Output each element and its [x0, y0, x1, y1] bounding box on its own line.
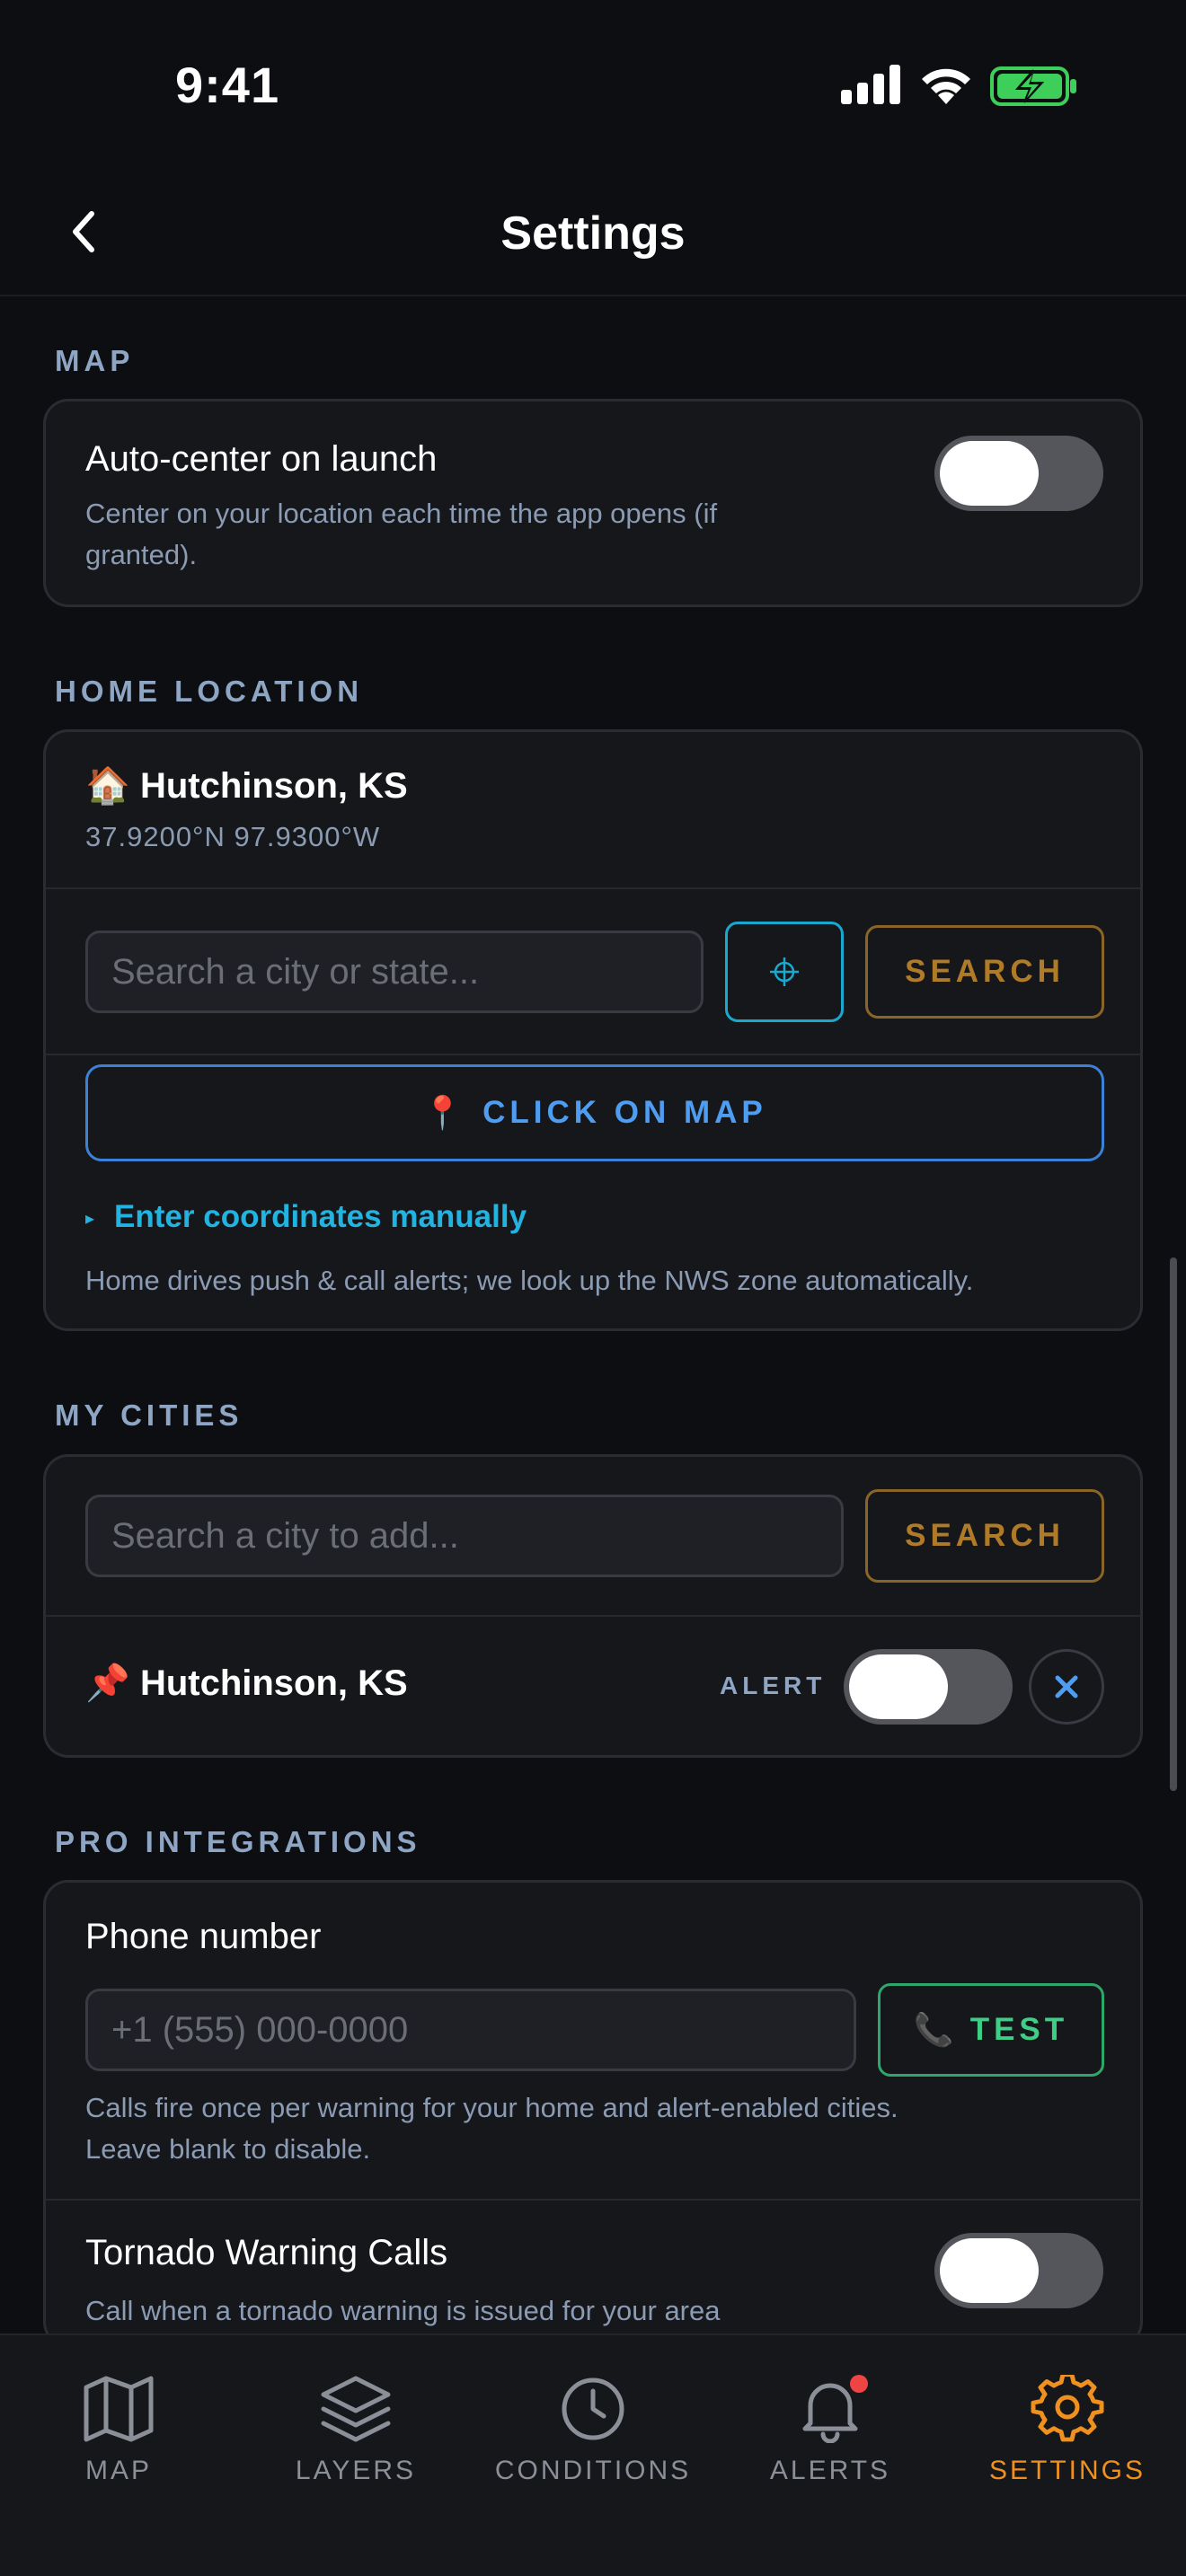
pushpin-icon: 📌 [85, 1663, 130, 1703]
click-on-map-label: CLICK ON MAP [482, 1095, 767, 1130]
phone-icon: 📞 [913, 2011, 954, 2048]
section-label-home: HOME LOCATION [55, 675, 364, 708]
home-search-input[interactable] [88, 933, 701, 1010]
click-on-map-button[interactable]: 📍 CLICK ON MAP [85, 1064, 1104, 1161]
home-search-field[interactable] [85, 931, 704, 1013]
home-search-button[interactable]: SEARCH [865, 925, 1104, 1019]
city-add-search-input[interactable] [88, 1497, 841, 1575]
layers-icon [321, 2376, 391, 2442]
tornado-calls-title: Tornado Warning Calls [85, 2233, 448, 2272]
city-name-label: Hutchinson, KS [139, 1663, 408, 1703]
enter-coordinates-link[interactable]: ▸ Enter coordinates manually [85, 1199, 527, 1235]
toggle-knob [940, 2238, 1039, 2303]
map-icon [84, 2376, 154, 2442]
tab-alerts[interactable]: ALERTS [712, 2375, 949, 2486]
auto-center-description-line2: granted). [85, 539, 198, 570]
cellular-signal-icon [841, 65, 900, 104]
tab-bar: MAP LAYERS CONDITIONS ALERTS SETTINGS [0, 2333, 1186, 2576]
home-note: Home drives push & call alerts; we look … [85, 1265, 974, 1296]
city-alert-label: ALERT [720, 1672, 827, 1699]
auto-center-description: Center on your location each time the ap… [85, 493, 717, 576]
map-pin-icon: 📍 [422, 1094, 464, 1131]
tab-label-settings: SETTINGS [988, 2456, 1146, 2485]
section-label-my-cities: MY CITIES [55, 1398, 243, 1432]
locate-me-button[interactable] [725, 922, 844, 1022]
tab-label-conditions: CONDITIONS [494, 2456, 692, 2485]
city-add-search-button[interactable]: SEARCH [865, 1489, 1104, 1583]
gear-icon [1031, 2375, 1104, 2442]
clock-icon [562, 2378, 624, 2440]
scroll-indicator[interactable] [1170, 1257, 1177, 1791]
tornado-calls-toggle[interactable] [934, 2233, 1103, 2308]
alerts-badge [850, 2375, 868, 2393]
section-label-map: MAP [55, 344, 135, 377]
page-title: Settings [500, 207, 686, 260]
battery-charging-icon [990, 66, 1076, 106]
tab-layers[interactable]: LAYERS [237, 2375, 474, 2486]
city-row-name: 📌 Hutchinson, KS [85, 1662, 408, 1704]
home-location-card: 🏠 Hutchinson, KS 37.9200°N 97.9300°W SEA… [43, 729, 1143, 1331]
crosshair-icon [770, 957, 799, 986]
tornado-calls-description: Call when a tornado warning is issued fo… [85, 2295, 721, 2326]
toggle-knob [849, 1654, 948, 1719]
phone-number-input[interactable] [88, 1991, 854, 2069]
nav-bar: Settings [0, 171, 1186, 296]
tab-label-alerts: ALERTS [769, 2456, 891, 2485]
phone-number-title: Phone number [85, 1917, 322, 1956]
pro-integrations-card: Phone number 📞 TEST Calls fire once per … [43, 1880, 1143, 2347]
phone-number-field[interactable] [85, 1989, 856, 2071]
auto-center-title: Auto-center on launch [85, 439, 438, 479]
phone-description: Calls fire once per warning for your hom… [85, 2087, 898, 2170]
enter-coordinates-label: Enter coordinates manually [114, 1199, 527, 1234]
section-label-pro: PRO INTEGRATIONS [55, 1825, 421, 1858]
phone-description-line1: Calls fire once per warning for your hom… [85, 2092, 898, 2123]
tab-conditions[interactable]: CONDITIONS [474, 2375, 712, 2486]
tab-label-layers: LAYERS [295, 2456, 417, 2485]
phone-description-line2: Leave blank to disable. [85, 2133, 371, 2165]
home-city-name: Hutchinson, KS [139, 766, 408, 806]
status-time: 9:41 [175, 57, 280, 113]
home-coordinates: 37.9200°N 97.9300°W [85, 821, 381, 852]
close-icon [1055, 1675, 1078, 1698]
disclosure-triangle-icon: ▸ [85, 1209, 95, 1230]
toggle-knob [940, 441, 1039, 506]
status-bar: 9:41 [0, 0, 1186, 171]
test-call-label: TEST [969, 2012, 1069, 2047]
city-add-search-field[interactable] [85, 1495, 844, 1577]
remove-city-button[interactable] [1029, 1649, 1104, 1725]
divider [46, 887, 1140, 889]
my-cities-card: SEARCH 📌 Hutchinson, KS ALERT [43, 1454, 1143, 1758]
tab-settings[interactable]: SETTINGS [949, 2375, 1186, 2486]
auto-center-card: Auto-center on launch Center on your loc… [43, 399, 1143, 607]
divider [46, 1615, 1140, 1617]
wifi-icon [922, 68, 970, 104]
test-call-button[interactable]: 📞 TEST [878, 1983, 1104, 2077]
tab-label-map: MAP [84, 2456, 152, 2485]
divider [46, 2199, 1140, 2201]
auto-center-toggle[interactable] [934, 436, 1103, 511]
city-alert-toggle[interactable] [844, 1649, 1013, 1725]
house-icon: 🏠 [85, 766, 130, 806]
home-city: 🏠 Hutchinson, KS [85, 764, 408, 807]
auto-center-description-line1: Center on your location each time the ap… [85, 498, 718, 529]
tab-map[interactable]: MAP [0, 2375, 237, 2486]
divider [46, 1054, 1140, 1055]
